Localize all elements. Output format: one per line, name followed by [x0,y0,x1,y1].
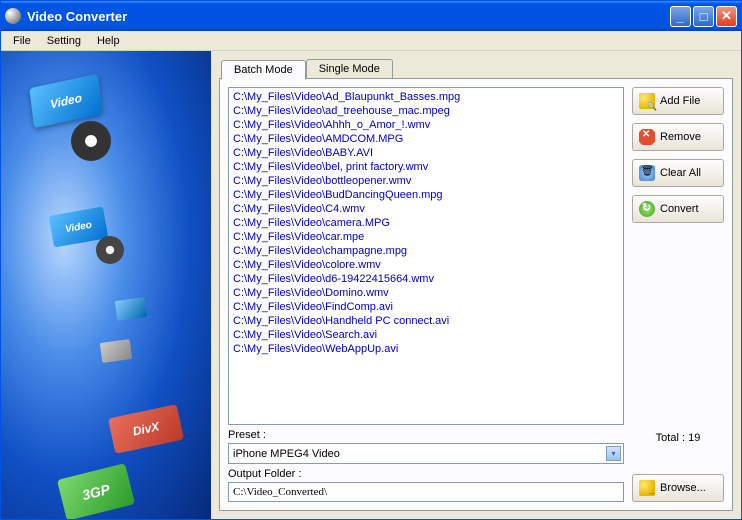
tab-batch-mode[interactable]: Batch Mode [221,60,306,80]
right-column: Add File Remove Clear All Convert [632,87,724,502]
remove-button[interactable]: Remove [632,123,724,151]
file-item[interactable]: C:\My_Files\Video\ad_treehouse_mac.mpeg [233,104,619,118]
output-folder-input[interactable] [228,482,624,502]
file-item[interactable]: C:\My_Files\Video\WebAppUp.avi [233,342,619,356]
clear-all-icon [639,165,655,181]
app-icon [5,8,21,24]
preset-value: iPhone MPEG4 Video [233,448,606,460]
file-item[interactable]: C:\My_Files\Video\C4.wmv [233,202,619,216]
file-item[interactable]: C:\My_Files\Video\BudDancingQueen.mpg [233,188,619,202]
format-badge-icon [115,297,147,321]
format-badge-icon-2 [100,339,132,363]
content-area: Video Video DivX 3GP Batch Mode Single M… [1,51,741,519]
file-item[interactable]: C:\My_Files\Video\Ad_Blaupunkt_Basses.mp… [233,90,619,104]
file-item[interactable]: C:\My_Files\Video\AMDCOM.MPG [233,132,619,146]
preset-label: Preset : [228,429,624,441]
output-row: Output Folder : [228,468,624,502]
minimize-button[interactable]: _ [670,6,691,27]
3gp-badge-icon: 3GP [57,463,135,519]
divx-badge-icon: DivX [108,404,184,454]
file-item[interactable]: C:\My_Files\Video\champagne.mpg [233,244,619,258]
film-reel-icon [71,121,111,161]
decorative-sidebar: Video Video DivX 3GP [1,51,211,519]
file-item[interactable]: C:\My_Files\Video\Ahhh_o_Amor_!.wmv [233,118,619,132]
window-controls: _ □ ✕ [670,6,737,27]
titlebar: Video Converter _ □ ✕ [1,1,741,31]
remove-icon [639,129,655,145]
preset-dropdown[interactable]: iPhone MPEG4 Video ▾ [228,443,624,464]
file-item[interactable]: C:\My_Files\Video\d6-19422415664.wmv [233,272,619,286]
output-label: Output Folder : [228,468,624,480]
file-item[interactable]: C:\My_Files\Video\FindComp.avi [233,300,619,314]
chevron-down-icon: ▾ [606,446,621,461]
clear-all-button[interactable]: Clear All [632,159,724,187]
file-item[interactable]: C:\My_Files\Video\colore.wmv [233,258,619,272]
file-item[interactable]: C:\My_Files\Video\Search.avi [233,328,619,342]
maximize-button[interactable]: □ [693,6,714,27]
add-file-button[interactable]: Add File [632,87,724,115]
tab-strip: Batch Mode Single Mode [221,59,733,78]
menu-help[interactable]: Help [89,33,128,49]
file-item[interactable]: C:\My_Files\Video\Domino.wmv [233,286,619,300]
menubar: File Setting Help [1,31,741,51]
file-item[interactable]: C:\My_Files\Video\camera.MPG [233,216,619,230]
file-list[interactable]: C:\My_Files\Video\Ad_Blaupunkt_Basses.mp… [228,87,624,425]
main-panel: Batch Mode Single Mode C:\My_Files\Video… [211,51,741,519]
browse-icon [639,480,655,496]
app-window: Video Converter _ □ ✕ File Setting Help … [0,0,742,520]
file-item[interactable]: C:\My_Files\Video\BABY.AVI [233,146,619,160]
preset-group: Preset : iPhone MPEG4 Video ▾ [228,429,624,464]
total-count: Total : 19 [632,424,724,444]
film-reel-icon-2 [96,236,124,264]
convert-button[interactable]: Convert [632,195,724,223]
menu-setting[interactable]: Setting [39,33,89,49]
tab-single-mode[interactable]: Single Mode [306,59,393,78]
file-item[interactable]: C:\My_Files\Video\car.mpe [233,230,619,244]
add-file-icon [639,93,655,109]
browse-button[interactable]: Browse... [632,474,724,502]
add-file-label: Add File [660,95,700,107]
convert-label: Convert [660,203,699,215]
window-title: Video Converter [27,9,670,24]
convert-icon [639,201,655,217]
file-item[interactable]: C:\My_Files\Video\Handheld PC connect.av… [233,314,619,328]
menu-file[interactable]: File [5,33,39,49]
output-group: Output Folder : [228,468,624,502]
remove-label: Remove [660,131,701,143]
file-item[interactable]: C:\My_Files\Video\bottleopener.wmv [233,174,619,188]
close-button[interactable]: ✕ [716,6,737,27]
tab-content: C:\My_Files\Video\Ad_Blaupunkt_Basses.mp… [219,78,733,511]
clear-all-label: Clear All [660,167,701,179]
file-item[interactable]: C:\My_Files\Video\bel, print factory.wmv [233,160,619,174]
browse-label: Browse... [660,482,706,494]
left-column: C:\My_Files\Video\Ad_Blaupunkt_Basses.mp… [228,87,624,502]
